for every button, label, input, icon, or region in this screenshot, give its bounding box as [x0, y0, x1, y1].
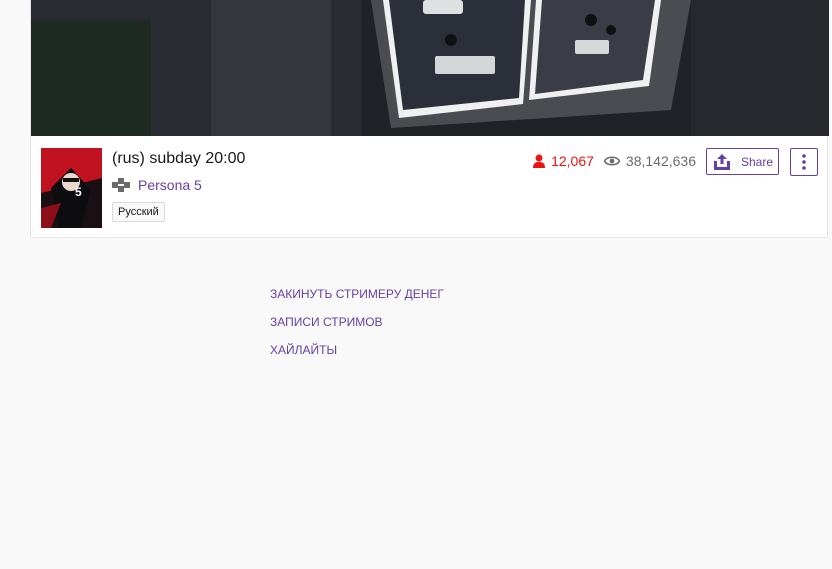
channel-panel-links: ЗАКИНУТЬ СТРИМЕРУ ДЕНЕГ ЗАПИСИ СТРИМОВ Х… — [270, 287, 444, 371]
share-button[interactable]: Share — [706, 148, 779, 175]
game-boxart[interactable]: 5 — [41, 148, 102, 228]
stream-stats: 12,067 38,142,636 — [533, 153, 696, 169]
game-link[interactable]: Persona 5 — [138, 177, 202, 193]
view-count: 38,142,636 — [603, 153, 696, 169]
stream-title: (rus) subday 20:00 — [112, 150, 246, 167]
viewer-count: 12,067 — [533, 153, 594, 169]
stream-card: 5 (rus) subday 20:00 Persona 5 Русский 1… — [30, 0, 829, 238]
stream-info: 5 (rus) subday 20:00 Persona 5 Русский 1… — [31, 136, 829, 238]
share-icon — [714, 153, 730, 170]
language-tag[interactable]: Русский — [112, 202, 165, 222]
view-count-value: 38,142,636 — [625, 153, 696, 169]
panel-link-vods[interactable]: ЗАПИСИ СТРИМОВ — [270, 315, 444, 343]
viewer-count-value: 12,067 — [551, 153, 594, 169]
gamepad-icon — [112, 178, 130, 192]
persona-boxart-image: 5 — [41, 148, 102, 228]
video-frame — [31, 0, 829, 136]
game-row: Persona 5 — [112, 177, 202, 193]
person-icon — [533, 154, 546, 168]
video-player[interactable] — [31, 0, 829, 136]
panel-link-donate[interactable]: ЗАКИНУТЬ СТРИМЕРУ ДЕНЕГ — [270, 287, 444, 315]
panel-link-highlights[interactable]: ХАЙЛАЙТЫ — [270, 343, 444, 371]
vertical-ellipsis-icon — [802, 154, 806, 170]
share-button-label: Share — [741, 154, 774, 169]
svg-text:5: 5 — [75, 185, 82, 199]
more-options-button[interactable] — [790, 148, 818, 176]
eye-icon — [603, 156, 620, 166]
